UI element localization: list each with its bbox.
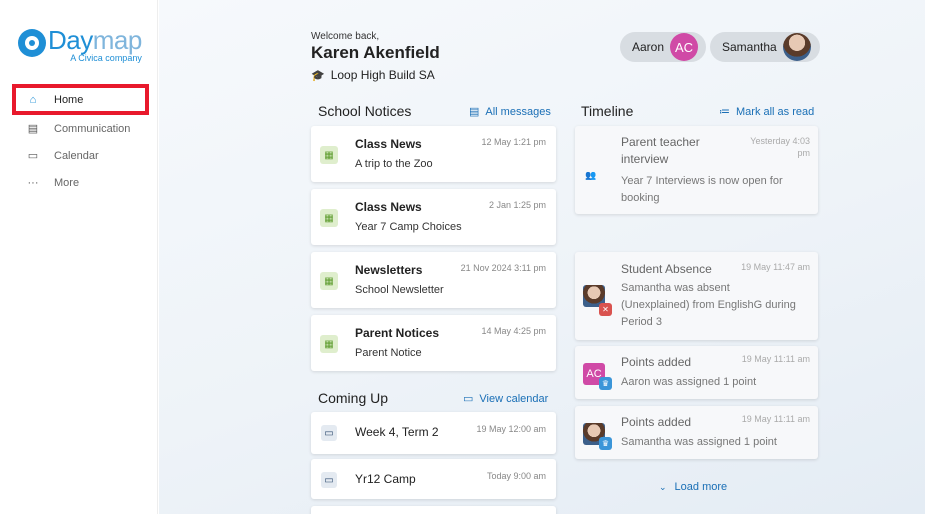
event-title: Week 4, Term 2 — [355, 425, 439, 439]
main-nav: ⌂ Home ▤ Communication ▭ Calendar ··· Mo… — [12, 84, 149, 196]
student-name: Aaron — [632, 40, 665, 54]
notice-subtitle: A trip to the Zoo — [355, 158, 433, 170]
more-icon: ··· — [27, 176, 39, 189]
daymap-logo-icon — [18, 29, 46, 57]
event-card[interactable]: ▭ Yr12 Camp Today 9:00 am — [311, 459, 556, 499]
checklist-icon: ≔ — [719, 106, 730, 118]
message-icon: ▤ — [469, 106, 480, 118]
notice-card[interactable]: ▦ Newsletters School Newsletter 21 Nov 2… — [311, 252, 556, 308]
event-card[interactable] — [311, 506, 556, 514]
notice-icon: ▦ — [320, 272, 338, 290]
avatar: AC — [670, 33, 699, 61]
event-date: 19 May 12:00 am — [476, 424, 546, 434]
timeline-date: Yesterday 4:03 pm — [750, 136, 810, 158]
view-calendar-link[interactable]: ▭ View calendar — [463, 392, 549, 406]
event-card[interactable]: ▭ Week 4, Term 2 19 May 12:00 am — [311, 412, 556, 454]
timeline-title: Timeline — [581, 103, 634, 119]
mark-all-read-link[interactable]: ≔ Mark all as read — [719, 105, 815, 119]
timeline-body: Samantha was assigned 1 point — [621, 436, 777, 448]
calendar-icon: ▭ — [321, 472, 337, 488]
timeline-body: Aaron was assigned 1 point — [621, 376, 757, 388]
timeline-body: Samantha was absent (Unexplained) from E… — [621, 282, 796, 328]
notice-card[interactable]: ▦ Class News A trip to the Zoo 12 May 1:… — [311, 126, 556, 182]
event-title: Yr12 Camp — [355, 472, 416, 486]
daymap-logo[interactable]: Daymap A Civica company — [18, 27, 142, 63]
notice-title: Class News — [355, 200, 422, 214]
avatar — [782, 33, 811, 61]
message-icon: ▤ — [27, 123, 39, 135]
logo-name-a: Day — [48, 25, 93, 55]
student-name: Samantha — [722, 40, 777, 54]
main-content: Welcome back, Karen Akenfield 🎓 Loop Hig… — [159, 0, 925, 514]
notice-date: 14 May 4:25 pm — [481, 326, 546, 336]
notice-subtitle: Parent Notice — [355, 347, 422, 359]
calendar-icon: ▭ — [27, 150, 39, 162]
notice-icon: ▦ — [320, 335, 338, 353]
school-notices-title: School Notices — [318, 103, 412, 119]
timeline-card-absence[interactable]: ✕ Student Absence 19 May 11:47 am Samant… — [575, 252, 818, 340]
event-date: Today 9:00 am — [486, 471, 546, 481]
notice-title: Newsletters — [355, 263, 423, 277]
timeline-title-text: Points added — [621, 355, 692, 369]
load-more-button[interactable]: ⌄ Load more — [659, 481, 727, 493]
student-switch-samantha[interactable]: Samantha — [710, 32, 820, 62]
user-name: Karen Akenfield — [311, 43, 440, 62]
nav-item-home[interactable]: ⌂ Home — [12, 84, 149, 115]
timeline-title-text: Points added — [621, 415, 692, 429]
coming-up-title: Coming Up — [318, 390, 389, 406]
nav-item-label: Communication — [54, 122, 131, 135]
student-switch-aaron[interactable]: Aaron AC — [620, 32, 706, 62]
notice-subtitle: School Newsletter — [355, 284, 444, 296]
notice-date: 21 Nov 2024 3:11 pm — [460, 263, 546, 273]
load-more-label: Load more — [674, 481, 728, 493]
school-label: Loop High Build SA — [330, 68, 435, 82]
notice-title: Parent Notices — [355, 326, 440, 340]
close-icon: ✕ — [599, 303, 612, 316]
nav-item-label: Calendar — [54, 149, 99, 162]
nav-item-more[interactable]: ··· More — [12, 169, 149, 196]
nav-item-label: More — [54, 176, 80, 189]
people-icon: 👥 — [585, 170, 596, 180]
timeline-date: 19 May 11:11 am — [741, 414, 810, 424]
trophy-icon: ♛ — [599, 377, 612, 390]
calendar-icon: ▭ — [321, 425, 337, 441]
timeline-date: 19 May 11:11 am — [741, 354, 810, 364]
timeline-date: 19 May 11:47 am — [741, 262, 810, 272]
timeline-body: Year 7 Interviews is now open for bookin… — [621, 175, 783, 204]
mark-all-read-label: Mark all as read — [736, 105, 815, 118]
all-messages-link[interactable]: ▤ All messages — [469, 105, 551, 119]
home-icon: ⌂ — [29, 93, 37, 106]
notice-date: 12 May 1:21 pm — [481, 137, 546, 147]
school-name: 🎓 Loop High Build SA — [311, 68, 435, 82]
nav-item-communication[interactable]: ▤ Communication — [12, 115, 149, 142]
notice-title: Class News — [355, 137, 422, 151]
timeline-card-points-aaron[interactable]: AC ♛ Points added 19 May 11:11 am Aaron … — [575, 346, 818, 399]
all-messages-label: All messages — [485, 105, 551, 118]
calendar-icon: ▭ — [463, 393, 474, 405]
nav-item-calendar[interactable]: ▭ Calendar — [12, 142, 149, 169]
timeline-card-interview[interactable]: 👥 Parent teacher interview Yesterday 4:0… — [575, 126, 818, 214]
notice-icon: ▦ — [320, 209, 338, 227]
logo-subtitle: A Civica company — [70, 53, 142, 63]
logo-name-b: map — [92, 25, 143, 55]
notice-date: 2 Jan 1:25 pm — [488, 200, 546, 210]
welcome-text: Welcome back, — [311, 31, 380, 42]
trophy-icon: ♛ — [599, 437, 612, 450]
notice-subtitle: Year 7 Camp Choices — [355, 221, 462, 233]
nav-item-label: Home — [54, 93, 84, 106]
notice-card[interactable]: ▦ Parent Notices Parent Notice 14 May 4:… — [311, 315, 556, 371]
graduation-cap-icon: 🎓 — [311, 69, 325, 82]
notice-icon: ▦ — [320, 146, 338, 164]
timeline-title-text: Parent teacher interview — [621, 135, 700, 166]
notice-card[interactable]: ▦ Class News Year 7 Camp Choices 2 Jan 1… — [311, 189, 556, 245]
timeline-card-points-samantha[interactable]: ♛ Points added 19 May 11:11 am Samantha … — [575, 406, 818, 459]
chevron-down-icon: ⌄ — [659, 481, 667, 492]
view-calendar-label: View calendar — [479, 392, 549, 405]
sidebar: Daymap A Civica company ⌂ Home ▤ Communi… — [0, 0, 158, 514]
timeline-title-text: Student Absence — [621, 262, 712, 276]
